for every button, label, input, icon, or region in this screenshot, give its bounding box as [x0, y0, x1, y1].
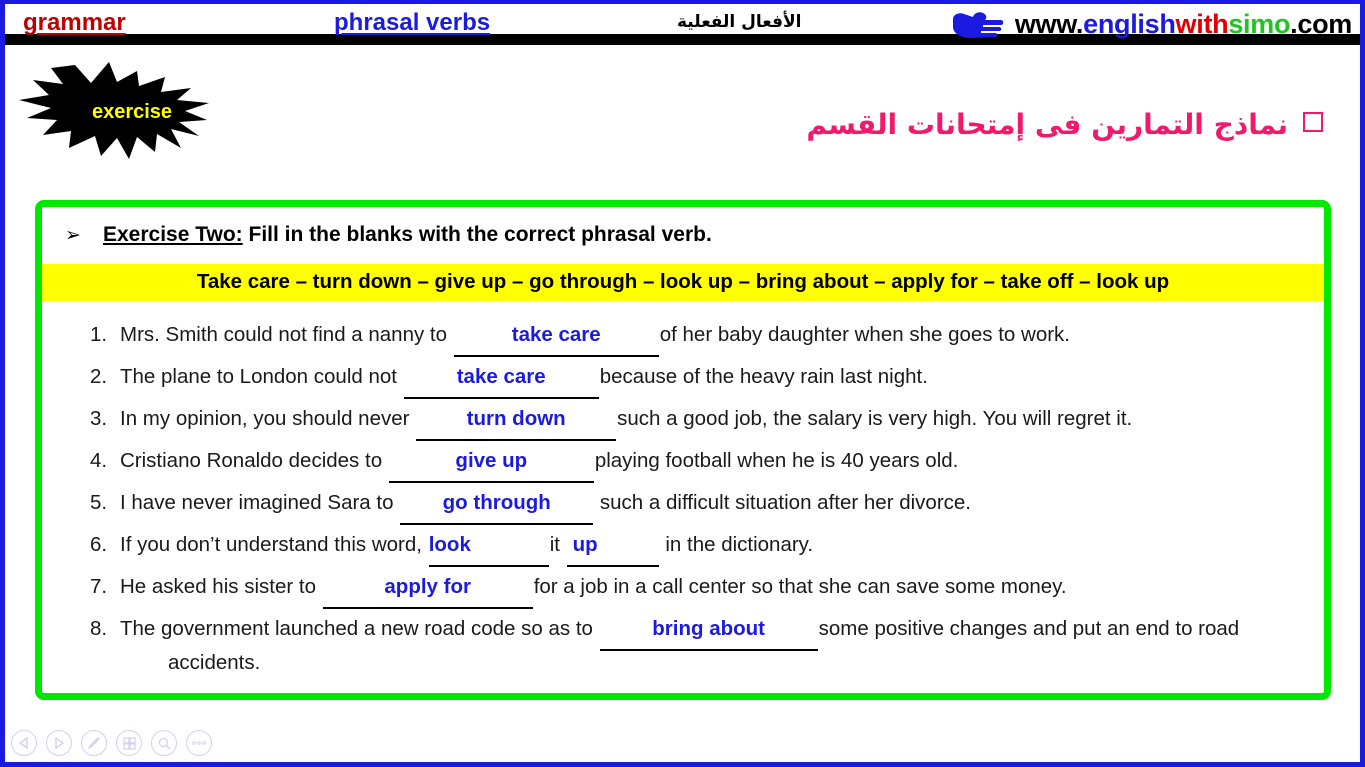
question-text: Cristiano Ronaldo decides to give up play… [120, 441, 958, 483]
logo-with: with [1175, 9, 1229, 39]
question-number: 7. [90, 574, 108, 598]
questions-list: 1. Mrs. Smith could not find a nanny to … [42, 315, 1324, 675]
header-topic-label: phrasal verbs [334, 9, 491, 36]
question-after: of her baby daughter when she goes to wo… [659, 323, 1070, 346]
exercise-instruction-row: ➢ Exercise Two: Fill in the blanks with … [42, 207, 1324, 247]
exercise-badge-label: exercise [91, 100, 173, 123]
exercise-starburst-badge: exercise [13, 56, 245, 166]
question-after: some positive changes and put an end to … [818, 616, 1240, 640]
pen-icon [86, 735, 102, 751]
question-after: such a difficult situation after her div… [594, 490, 971, 514]
word-bank: Take care – turn down – give up – go thr… [42, 264, 1324, 301]
question-row-7: 7. He asked his sister to apply for for a… [90, 567, 1316, 609]
question-row-1: 1. Mrs. Smith could not find a nanny to … [90, 315, 1316, 357]
more-options-button[interactable] [186, 730, 212, 756]
question-number: 5. [90, 490, 108, 514]
header-bar: grammar phrasal verbs الأفعال الفعلية ww… [5, 4, 1360, 45]
previous-slide-button[interactable] [11, 730, 37, 756]
arrow-bullet-icon: ➢ [65, 225, 81, 246]
presentation-toolbar [11, 730, 212, 756]
logo-text: www.englishwithsimo.com [1015, 9, 1352, 40]
ellipsis-icon [191, 739, 207, 747]
header-grammar-label: grammar [23, 9, 126, 36]
answer-blank[interactable]: bring about [599, 609, 818, 651]
question-row-3: 3. In my opinion, you should never turn … [90, 399, 1316, 441]
question-after: playing football when he is 40 years old… [594, 448, 959, 472]
exercise-frame: ➢ Exercise Two: Fill in the blanks with … [35, 200, 1331, 700]
logo-english: english [1083, 9, 1176, 39]
slide-grid-button[interactable] [116, 730, 142, 756]
logo-simo: simo [1228, 9, 1291, 39]
question-before: Mrs. Smith could not find a nanny to [120, 323, 448, 346]
answer-blank-part1[interactable]: look [428, 525, 549, 567]
question-before: In my opinion, you should never [120, 406, 410, 430]
answer-blank[interactable]: take care [453, 315, 659, 357]
question-before: If you don’t understand this word, [120, 532, 422, 556]
zoom-tool-button[interactable] [151, 730, 177, 756]
question-after: such a good job, the salary is very high… [617, 406, 1133, 430]
arabic-subtitle: نماذج التمارين فى إمتحانات القسم [806, 108, 1288, 141]
pen-tool-button[interactable] [81, 730, 107, 756]
exercise-title: Exercise Two: [103, 223, 243, 246]
question-text: The plane to London could not take care b… [120, 357, 928, 399]
question-row-4: 4. Cristiano Ronaldo decides to give up p… [90, 441, 1316, 483]
pointing-hand-icon [943, 5, 1005, 45]
slide-canvas: grammar phrasal verbs الأفعال الفعلية ww… [0, 0, 1365, 767]
logo-www: www. [1014, 9, 1084, 39]
question-row-2: 2. The plane to London could not take ca… [90, 357, 1316, 399]
logo-com: .com [1290, 9, 1352, 39]
question-text: Mrs. Smith could not find a nanny to tak… [120, 315, 1070, 357]
question-text: If you don’t understand this word, look i… [120, 525, 813, 567]
question-text: I have never imagined Sara to go through… [120, 483, 971, 525]
answer-blank[interactable]: turn down [416, 399, 617, 441]
question-before: I have never imagined Sara to [120, 490, 394, 514]
question-before: He asked his sister to [120, 574, 316, 598]
magnifier-icon [157, 736, 172, 751]
question-row-5: 5. I have never imagined Sara to go thro… [90, 483, 1316, 525]
answer-blank[interactable]: go through [400, 483, 594, 525]
question-8-continuation: accidents. [168, 650, 261, 674]
question-before: The plane to London could not [120, 364, 397, 388]
question-row-8: 8. The government launched a new road co… [90, 609, 1316, 651]
question-after: for a job in a call center so that she c… [533, 574, 1067, 598]
question-after: because of the heavy rain last night. [599, 364, 928, 388]
answer-blank-part2[interactable]: up [566, 525, 659, 567]
question-row-6: 6. If you don’t understand this word, lo… [90, 525, 1316, 567]
question-number: 2. [90, 364, 108, 388]
question-before: The government launched a new road code … [120, 616, 593, 640]
question-before: Cristiano Ronaldo decides to [120, 448, 383, 472]
checkbox-bullet-icon [1303, 112, 1323, 132]
question-number: 1. [90, 323, 108, 346]
instruction-detail: Fill in the blanks with the correct phra… [248, 223, 712, 246]
next-slide-button[interactable] [46, 730, 72, 756]
answer-blank[interactable]: take care [403, 357, 599, 399]
triangle-right-icon [52, 736, 66, 750]
header-arabic-topic: الأفعال الفعلية [677, 12, 802, 32]
question-text: He asked his sister to apply for for a jo… [120, 567, 1067, 609]
question-text: The government launched a new road code … [120, 609, 1239, 651]
instruction-text: Exercise Two: Fill in the blanks with th… [103, 223, 712, 247]
site-logo: www.englishwithsimo.com [943, 4, 1352, 45]
grid-icon [122, 736, 137, 751]
question-text: In my opinion, you should never turn dow… [120, 399, 1132, 441]
question-number: 3. [90, 406, 108, 430]
question-middle: it [549, 532, 560, 556]
triangle-left-icon [17, 736, 31, 750]
answer-blank[interactable]: give up [388, 441, 594, 483]
answer-blank[interactable]: apply for [322, 567, 533, 609]
question-number: 6. [90, 532, 108, 556]
question-after: in the dictionary. [659, 532, 814, 556]
question-number: 4. [90, 448, 108, 472]
question-number: 8. [90, 616, 108, 640]
